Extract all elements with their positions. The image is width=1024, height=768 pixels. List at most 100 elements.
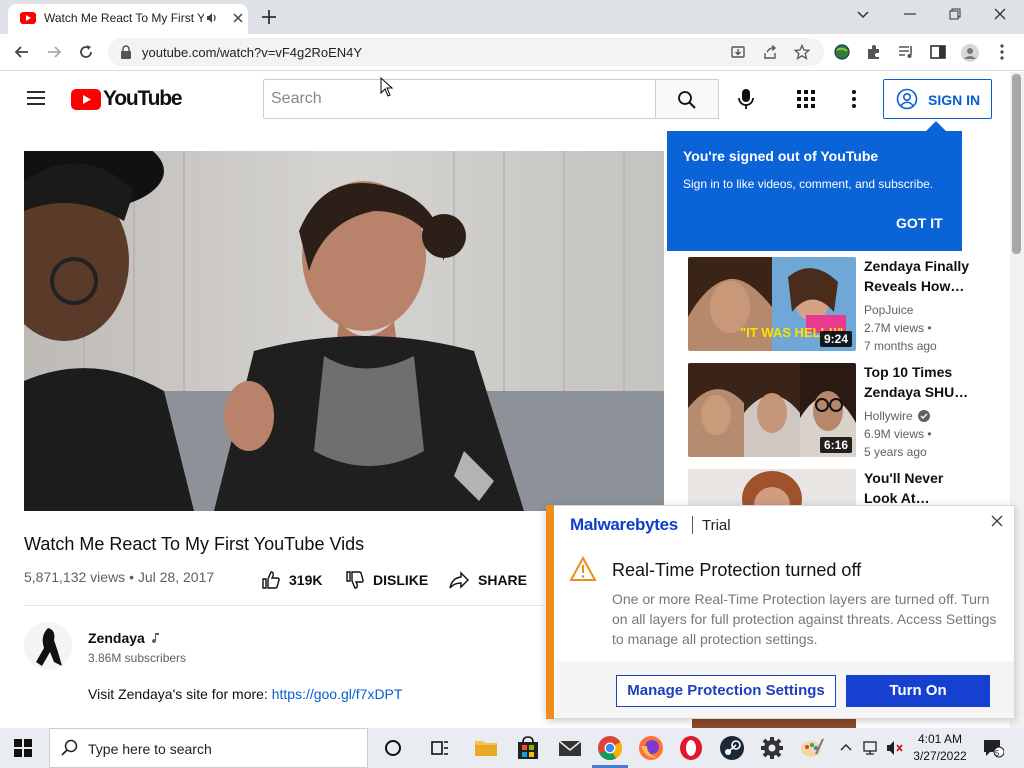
profile-avatar-icon[interactable] (960, 43, 980, 63)
browser-menu-icon[interactable] (995, 43, 1009, 61)
steam-icon[interactable] (718, 734, 746, 762)
edition-label: Trial (702, 517, 731, 534)
like-button[interactable]: 319K (261, 570, 322, 590)
channel-avatar[interactable] (24, 622, 72, 670)
dislike-label: DISLIKE (373, 572, 429, 588)
lock-icon[interactable] (120, 45, 132, 59)
action-center-icon[interactable] (982, 738, 1004, 758)
paint-icon[interactable] (798, 734, 826, 762)
reload-icon[interactable] (77, 43, 95, 61)
windows-start-icon[interactable] (14, 739, 32, 757)
notification-body: One or more Real-Time Protection layers … (612, 591, 997, 647)
youtube-logo[interactable]: YouTube (71, 86, 183, 112)
mail-icon[interactable] (556, 734, 584, 762)
side-panel-icon[interactable] (929, 43, 947, 61)
scrollbar-thumb[interactable] (1012, 74, 1021, 254)
browser-tab[interactable]: Watch Me React To My First YouTube Vids (8, 4, 248, 34)
notification-title: Real-Time Protection turned off (612, 560, 862, 580)
channel-name-row[interactable]: Zendaya (88, 630, 161, 646)
recommendation-title-line: Reveals How… (864, 278, 965, 294)
close-window-icon[interactable] (992, 6, 1008, 22)
share-button[interactable]: SHARE (449, 570, 527, 590)
recommendation-title[interactable]: Top 10 Times Zendaya SHU… (864, 362, 974, 402)
chrome-icon[interactable] (596, 734, 624, 762)
recommendation-thumbnail[interactable]: "IT WAS HELL!!" 9:24 (688, 257, 856, 351)
address-bar[interactable]: youtube.com/watch?v=vF4g2RoEN4Y (108, 38, 824, 66)
task-view-icon[interactable] (426, 734, 454, 762)
search-button[interactable] (655, 79, 719, 119)
taskbar-search-box[interactable]: Type here to search (49, 728, 368, 768)
manage-protection-settings-button[interactable]: Manage Protection Settings (616, 675, 836, 707)
thumbnail-image (688, 469, 856, 509)
turn-on-button[interactable]: Turn On (846, 675, 990, 707)
clock-date: 3/27/2022 (913, 749, 967, 763)
close-tab-icon[interactable] (232, 12, 244, 24)
description-text: Visit Zendaya's site for more: (88, 686, 272, 702)
recommendation-thumbnail[interactable]: 6:16 (688, 363, 856, 457)
recommendation-title-line: Zendaya Finally (864, 258, 970, 274)
extension-globe-icon[interactable] (833, 43, 851, 61)
settings-gear-icon[interactable] (758, 734, 786, 762)
video-title: Watch Me React To My First YouTube Vids (24, 534, 365, 554)
recommendation-age: 5 years ago (864, 445, 927, 459)
microsoft-store-icon[interactable] (514, 734, 542, 762)
youtube-logo-text: YouTube (103, 87, 183, 110)
network-icon[interactable] (862, 740, 880, 756)
settings-more-icon[interactable] (849, 89, 859, 109)
recommendation-channel[interactable]: Hollywire (864, 409, 913, 423)
video-duration: 9:24 (819, 331, 852, 347)
close-notification-icon[interactable] (990, 514, 1004, 528)
recommendation-channel-row[interactable]: Hollywire (864, 409, 930, 423)
sign-in-label: SIGN IN (928, 92, 981, 108)
restore-icon[interactable] (947, 6, 963, 22)
recommendation-channel[interactable]: PopJuice (864, 303, 913, 317)
minimize-icon[interactable] (902, 6, 918, 22)
media-controls-icon[interactable] (897, 43, 915, 61)
url-text[interactable]: youtube.com/watch?v=vF4g2RoEN4Y (142, 45, 362, 60)
recommendation-title[interactable]: You'll Never Look At… (864, 468, 974, 508)
new-tab-icon[interactable] (260, 8, 278, 26)
recommendation-title-line: Zendaya SHU… (864, 384, 969, 400)
recommendation-title[interactable]: Zendaya Finally Reveals How… (864, 256, 974, 296)
description-link[interactable]: https://goo.gl/f7xDPT (272, 686, 403, 702)
file-explorer-icon[interactable] (472, 734, 500, 762)
extensions-puzzle-icon[interactable] (865, 43, 883, 61)
back-icon[interactable] (13, 43, 31, 61)
audio-playing-icon[interactable] (205, 11, 219, 25)
notification-accent-bar (546, 505, 554, 719)
dislike-button[interactable]: DISLIKE (345, 570, 428, 590)
apps-grid-icon[interactable] (797, 90, 815, 108)
opera-icon[interactable] (677, 734, 705, 762)
brand-separator (692, 516, 693, 534)
notification-count: 5 (995, 749, 1000, 758)
recommendation-thumbnail-partial[interactable] (692, 719, 856, 728)
recommendation-thumbnail[interactable] (688, 469, 856, 509)
hamburger-menu-icon[interactable] (26, 89, 46, 107)
install-app-icon[interactable] (730, 44, 746, 60)
got-it-button[interactable]: GOT IT (896, 215, 943, 231)
recommendation-age: 7 months ago (864, 339, 937, 353)
recommendation-views: 2.7M views • (864, 321, 932, 335)
tab-search-chevron-icon[interactable] (855, 6, 871, 22)
microphone-icon[interactable] (737, 88, 755, 110)
search-input[interactable]: Search (263, 79, 656, 119)
sign-in-button[interactable]: SIGN IN (883, 79, 992, 119)
clock-time: 4:01 AM (917, 732, 963, 746)
show-hidden-icons-chevron-icon[interactable] (839, 741, 853, 755)
forward-icon[interactable] (45, 43, 63, 61)
share-page-icon[interactable] (762, 44, 778, 60)
system-clock[interactable]: 4:01 AM 3/27/2022 (912, 731, 968, 765)
cortana-icon[interactable] (379, 734, 407, 762)
volume-muted-icon[interactable] (885, 740, 905, 756)
youtube-favicon-icon (20, 12, 36, 24)
popup-body: Sign in to like videos, comment, and sub… (683, 177, 934, 191)
video-player[interactable] (24, 151, 664, 511)
malwarebytes-logo: Malwarebytes (570, 515, 678, 534)
bookmark-star-icon[interactable] (794, 44, 810, 60)
channel-name[interactable]: Zendaya (88, 630, 145, 646)
firefox-icon[interactable] (637, 734, 665, 762)
popup-title: You're signed out of YouTube (683, 148, 879, 164)
verified-check-icon (917, 410, 930, 422)
share-label: SHARE (478, 572, 528, 588)
share-arrow-icon (449, 570, 469, 590)
